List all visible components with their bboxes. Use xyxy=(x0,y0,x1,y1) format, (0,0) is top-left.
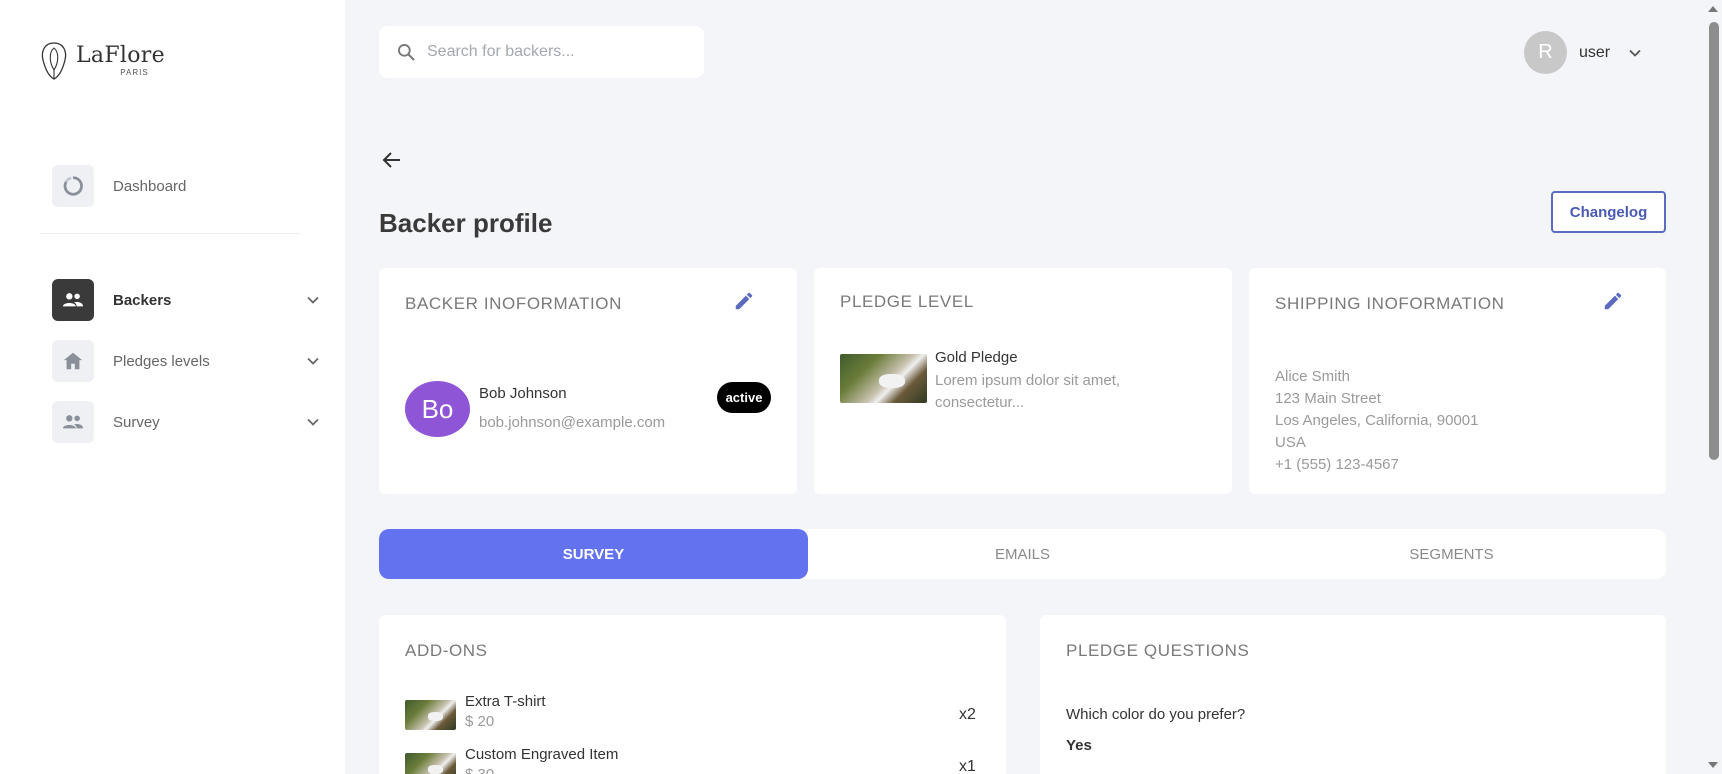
status-badge: active xyxy=(717,382,771,413)
addon-price: $ 20 xyxy=(465,713,495,730)
changelog-button[interactable]: Changelog xyxy=(1551,191,1666,233)
sidebar-divider xyxy=(40,233,300,234)
sidebar-item-survey[interactable]: Survey xyxy=(52,401,322,443)
sidebar-item-label: Backers xyxy=(113,291,172,309)
sidebar-item-backers[interactable]: Backers xyxy=(52,279,322,321)
card-title: SHIPPING INOFORMATION xyxy=(1275,294,1505,313)
logo-icon xyxy=(41,42,67,80)
brand-name: LaFlore xyxy=(76,43,165,68)
pledge-name: Gold Pledge xyxy=(935,349,1018,366)
sidebar-item-pledges-levels[interactable]: Pledges levels xyxy=(52,340,322,382)
scrollbar-thumb[interactable] xyxy=(1709,22,1719,460)
shipping-city: Los Angeles, California, 90001 xyxy=(1275,412,1479,429)
profile-tabs: SURVEY EMAILS SEGMENTS xyxy=(379,529,1666,579)
addon-price: $ 30 xyxy=(465,765,618,774)
backer-name: Bob Johnson xyxy=(479,385,567,402)
addon-quantity: x1 xyxy=(959,758,976,774)
tab-survey[interactable]: SURVEY xyxy=(379,529,808,579)
search-box[interactable] xyxy=(379,26,704,78)
avatar: Bo xyxy=(405,381,470,437)
chevron-down-icon[interactable] xyxy=(306,354,320,368)
shipping-phone: +1 (555) 123-4567 xyxy=(1275,456,1399,473)
question-text: Which color do you prefer? xyxy=(1066,706,1246,723)
people-icon xyxy=(52,401,94,443)
addon-name: Custom Engraved Item xyxy=(465,746,619,763)
chevron-down-icon xyxy=(1629,49,1641,57)
avatar: R xyxy=(1524,31,1567,74)
edit-icon[interactable] xyxy=(1602,290,1624,312)
sidebar: LaFlore PARIS Dashboard Backers Pledges … xyxy=(0,0,345,774)
addons-card: ADD-ONS Extra T-shirt $ 20 x2 Custom Eng… xyxy=(379,615,1006,774)
search-icon xyxy=(398,44,415,61)
tab-segments[interactable]: SEGMENTS xyxy=(1237,529,1666,579)
sidebar-item-label: Pledges levels xyxy=(113,352,210,370)
card-title: ADD-ONS xyxy=(405,641,488,660)
pledge-questions-card: PLEDGE QUESTIONS Which color do you pref… xyxy=(1040,615,1666,774)
pledge-description: Lorem ipsum dolor sit amet, consectetur.… xyxy=(935,372,1121,411)
pledge-image xyxy=(840,354,927,403)
user-menu[interactable]: R user xyxy=(1524,31,1642,74)
pledge-level-card: PLEDGE LEVEL Gold Pledge Lorem ipsum dol… xyxy=(814,268,1232,494)
home-icon xyxy=(52,340,94,382)
card-title: PLEDGE QUESTIONS xyxy=(1066,641,1250,660)
addon-image xyxy=(405,700,456,730)
page-title: Backer profile xyxy=(379,208,553,238)
backer-info-card: BACKER INOFORMATION Bo Bob Johnson bob.j… xyxy=(379,268,797,494)
tab-emails[interactable]: EMAILS xyxy=(808,529,1237,579)
card-title: PLEDGE LEVEL xyxy=(840,292,974,311)
list-item: Custom Engraved Item $ 30 xyxy=(405,745,618,774)
dashboard-icon xyxy=(52,165,94,207)
user-name: user xyxy=(1579,43,1611,61)
people-icon xyxy=(52,279,94,321)
shipping-street: 123 Main Street xyxy=(1275,390,1381,407)
shipping-address: Alice Smith 123 Main Street Los Angeles,… xyxy=(1275,366,1478,476)
edit-icon[interactable] xyxy=(733,290,755,312)
shipping-name: Alice Smith xyxy=(1275,368,1351,385)
addon-image xyxy=(405,753,456,774)
card-title: BACKER INOFORMATION xyxy=(405,294,622,313)
list-item: Extra T-shirt $ 20 xyxy=(405,692,546,732)
sidebar-item-label: Survey xyxy=(113,413,160,431)
search-input[interactable] xyxy=(427,43,677,61)
addon-name: Extra T-shirt xyxy=(465,693,546,710)
scroll-up-icon[interactable] xyxy=(1708,6,1718,12)
addon-quantity: x2 xyxy=(959,706,976,723)
chevron-down-icon[interactable] xyxy=(306,415,320,429)
scrollbar[interactable] xyxy=(1704,0,1722,774)
backer-email: bob.johnson@example.com xyxy=(479,414,666,431)
sidebar-item-dashboard[interactable]: Dashboard xyxy=(52,165,322,207)
brand-logo[interactable]: LaFlore PARIS xyxy=(38,40,165,82)
shipping-country: USA xyxy=(1275,434,1306,451)
scroll-down-icon[interactable] xyxy=(1708,762,1718,768)
sidebar-item-label: Dashboard xyxy=(113,177,187,195)
answer-text: Yes xyxy=(1066,737,1092,754)
back-arrow-icon[interactable] xyxy=(380,148,404,172)
chevron-down-icon[interactable] xyxy=(306,293,320,307)
brand-sub: PARIS xyxy=(120,68,149,77)
shipping-info-card: SHIPPING INOFORMATION Alice Smith 123 Ma… xyxy=(1249,268,1666,494)
